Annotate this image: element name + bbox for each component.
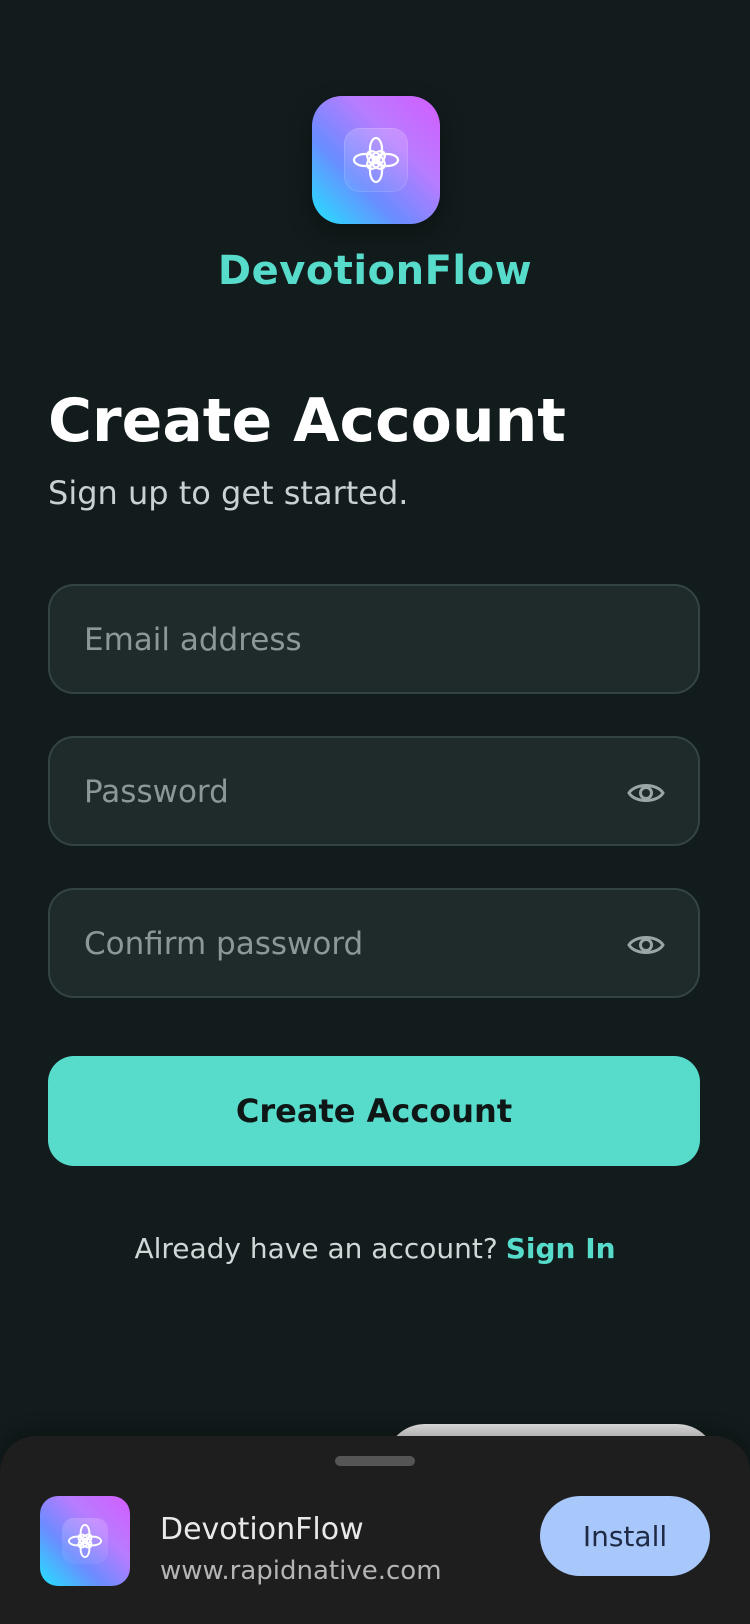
sheet-app-title: DevotionFlow bbox=[160, 1512, 364, 1547]
signin-row: Already have an account? Sign In bbox=[0, 1232, 750, 1265]
email-input[interactable] bbox=[82, 586, 626, 694]
lotus-icon bbox=[67, 1523, 103, 1559]
confirm-password-field[interactable] bbox=[48, 888, 700, 998]
confirm-password-input[interactable] bbox=[82, 890, 626, 998]
sheet-handle[interactable] bbox=[335, 1456, 415, 1466]
signin-prompt: Already have an account? bbox=[134, 1232, 498, 1265]
sign-in-link[interactable]: Sign In bbox=[506, 1232, 616, 1265]
eye-icon[interactable] bbox=[626, 925, 666, 965]
email-field[interactable] bbox=[48, 584, 700, 694]
eye-icon[interactable] bbox=[626, 773, 666, 813]
install-sheet: DevotionFlow www.rapidnative.com Install bbox=[0, 1436, 750, 1624]
password-input[interactable] bbox=[82, 738, 626, 846]
password-field[interactable] bbox=[48, 736, 700, 846]
sheet-app-url: www.rapidnative.com bbox=[160, 1556, 442, 1586]
sheet-app-icon bbox=[40, 1496, 130, 1586]
create-account-button[interactable]: Create Account bbox=[48, 1056, 700, 1166]
page-title: Create Account bbox=[48, 386, 566, 456]
sheet-app-icon-inner bbox=[62, 1518, 108, 1564]
app-logo-inner bbox=[344, 128, 408, 192]
lotus-icon bbox=[352, 136, 400, 184]
app-logo bbox=[312, 96, 440, 224]
brand-name: DevotionFlow bbox=[217, 248, 533, 294]
install-button[interactable]: Install bbox=[540, 1496, 710, 1576]
page-subtitle: Sign up to get started. bbox=[48, 474, 409, 512]
